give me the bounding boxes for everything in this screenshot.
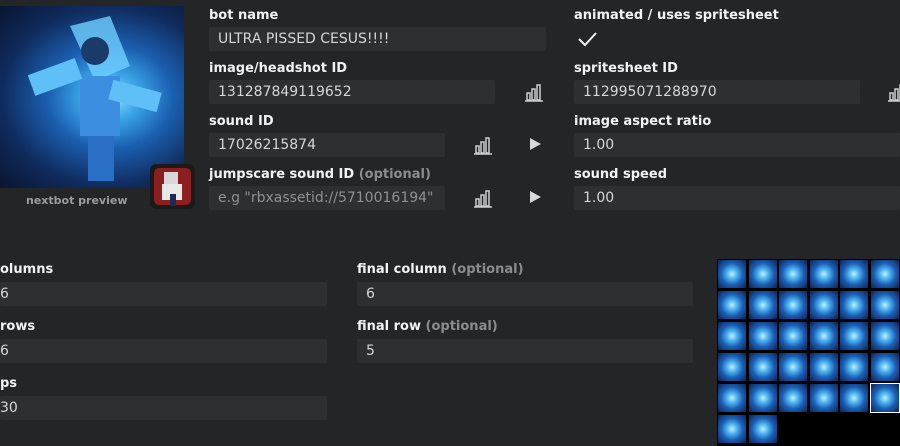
sprite-frame <box>748 384 777 412</box>
sprite-frame <box>718 353 746 381</box>
aspect-ratio-input[interactable]: 1.00 <box>574 133 900 157</box>
play-icon[interactable] <box>526 135 548 157</box>
sprite-frame <box>779 322 807 350</box>
final-row-label: final row (optional) <box>357 319 498 334</box>
sprite-frame <box>748 260 777 288</box>
checkmark-icon[interactable] <box>576 28 598 50</box>
sprite-frame <box>748 322 777 350</box>
sound-speed-input[interactable]: 1.00 <box>574 186 900 210</box>
sprite-frame <box>718 384 746 412</box>
jumpscare-sound-input[interactable]: e.g "rbxassetid://5710016194" <box>209 186 445 210</box>
final-column-label-text: final column <box>357 262 447 277</box>
aspect-ratio-label: image aspect ratio <box>574 114 712 129</box>
nextbot-preview-image <box>0 6 184 188</box>
image-id-label: image/headshot ID <box>209 61 348 76</box>
optional-tag: (optional) <box>358 167 431 182</box>
bar-chart-icon[interactable] <box>472 187 494 209</box>
spritesheet-id-label: spritesheet ID <box>574 61 678 76</box>
sprite-frame <box>809 260 838 288</box>
preview-caption: nextbot preview <box>26 194 128 207</box>
sprite-frame <box>870 353 899 381</box>
sound-speed-label: sound speed <box>574 167 667 182</box>
sprite-frame <box>779 384 807 412</box>
rows-label: rows <box>0 319 36 334</box>
jumpscare-label: jumpscare sound ID (optional) <box>209 167 431 182</box>
spritesheet-id-input[interactable]: 112995071288970 <box>574 80 860 104</box>
sprite-frame <box>748 415 777 443</box>
sprite-frame <box>779 291 807 319</box>
columns-label: olumns <box>0 262 54 277</box>
final-row-label-text: final row <box>357 319 421 334</box>
sprite-frame <box>840 384 868 412</box>
bar-chart-icon[interactable] <box>523 81 545 103</box>
final-column-input[interactable]: 6 <box>357 282 693 306</box>
avatar <box>150 164 195 209</box>
play-icon[interactable] <box>526 188 548 210</box>
sprite-frame <box>809 322 838 350</box>
sprite-frame <box>840 291 868 319</box>
sprite-frame <box>718 322 746 350</box>
sprite-frame <box>840 322 868 350</box>
bot-name-input[interactable]: ULTRA PISSED CESUS!!!! <box>209 27 546 51</box>
animated-label: animated / uses spritesheet <box>574 8 779 23</box>
optional-tag: (optional) <box>451 262 524 277</box>
sprite-frame <box>809 291 838 319</box>
rows-input[interactable]: 6 <box>0 339 327 363</box>
sprite-frame <box>870 260 899 288</box>
sound-id-input[interactable]: 17026215874 <box>209 133 445 157</box>
sprite-frame <box>779 353 807 381</box>
bar-chart-icon[interactable] <box>472 134 494 156</box>
sprite-frame <box>869 383 900 413</box>
jumpscare-label-text: jumpscare sound ID <box>209 167 355 182</box>
sprite-frame <box>748 353 777 381</box>
sprite-frame <box>870 291 899 319</box>
optional-tag: (optional) <box>425 319 498 334</box>
fps-label: ps <box>0 376 18 391</box>
columns-input[interactable]: 6 <box>0 282 327 306</box>
final-column-label: final column (optional) <box>357 262 524 277</box>
sprite-frame <box>748 291 777 319</box>
sprite-frame <box>809 384 838 412</box>
spritesheet-preview <box>717 259 900 446</box>
image-id-input[interactable]: 131287849119652 <box>209 80 495 104</box>
sound-id-label: sound ID <box>209 114 274 129</box>
bar-chart-icon[interactable] <box>886 81 900 103</box>
fps-input[interactable]: 30 <box>0 396 327 420</box>
bot-name-label: bot name <box>209 8 279 23</box>
sprite-frame <box>718 415 746 443</box>
sprite-frame <box>809 353 838 381</box>
sprite-frame <box>840 260 868 288</box>
sprite-frame <box>840 353 868 381</box>
final-row-input[interactable]: 5 <box>357 339 693 363</box>
sprite-frame <box>779 260 807 288</box>
sprite-frame <box>718 291 746 319</box>
sprite-frame <box>718 260 746 288</box>
sprite-frame <box>870 322 899 350</box>
